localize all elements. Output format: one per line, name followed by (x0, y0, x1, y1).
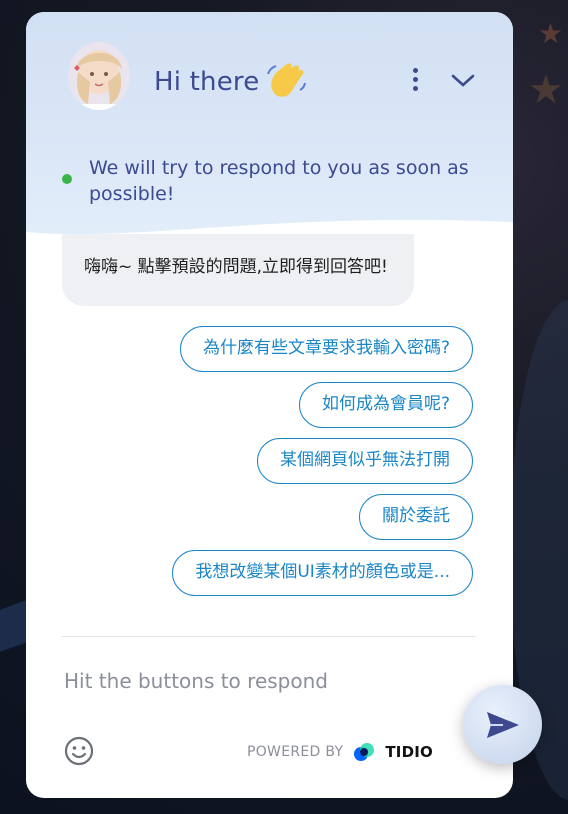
more-dots-icon (412, 67, 418, 73)
chat-title: Hi there (154, 60, 307, 100)
tidio-logo-icon (354, 743, 375, 761)
bot-message-bubble: 嗨嗨~ 點擊預設的問題,立即得到回答吧! (62, 234, 414, 306)
send-button[interactable] (463, 685, 542, 764)
powered-by[interactable]: POWERED BY TIDIO (247, 742, 433, 762)
agent-avatar (68, 42, 130, 110)
status-message: We will try to respond to you as soon as… (89, 157, 469, 205)
tidio-brand-text: TIDIO (385, 743, 433, 761)
online-status-dot (62, 174, 72, 184)
quick-reply-button[interactable]: 為什麼有些文章要求我輸入密碼? (179, 326, 473, 372)
background-star: ★ (528, 67, 564, 113)
background-star: ★ (538, 17, 564, 50)
quick-reply-button[interactable]: 如何成為會員呢? (298, 382, 473, 428)
chat-header: Hi there We will try to respond to you a… (26, 12, 513, 252)
composer-divider (62, 636, 476, 637)
emoji-button[interactable] (64, 736, 94, 766)
powered-by-label: POWERED BY (247, 744, 344, 760)
smiley-icon (64, 736, 94, 766)
minimize-button[interactable] (450, 72, 476, 90)
quick-reply-button[interactable]: 關於委託 (359, 494, 473, 540)
waving-hand-icon (265, 60, 307, 100)
quick-reply-options: 為什麼有些文章要求我輸入密碼? 如何成為會員呢? 某個網頁似乎無法打開 關於委託… (0, 326, 473, 596)
send-icon (486, 711, 519, 738)
bot-message-text: 嗨嗨~ 點擊預設的問題,立即得到回答吧! (84, 257, 388, 277)
message-input[interactable] (62, 662, 446, 700)
chevron-down-icon (451, 74, 475, 87)
chat-title-text: Hi there (154, 67, 260, 97)
more-options-button[interactable] (404, 64, 426, 94)
quick-reply-button[interactable]: 我想改變某個UI素材的顏色或是... (172, 550, 473, 596)
quick-reply-button[interactable]: 某個網頁似乎無法打開 (257, 438, 473, 484)
